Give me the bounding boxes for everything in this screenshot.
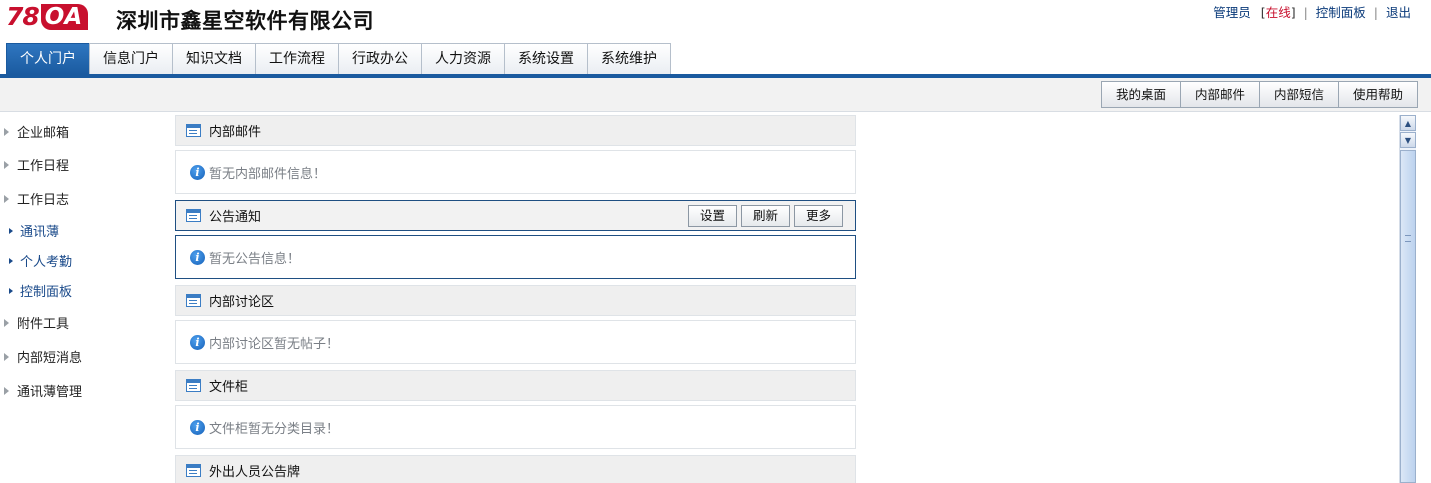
panel-header-outgoing-board: 外出人员公告牌 bbox=[175, 455, 856, 483]
control-panel-link[interactable]: 控制面板 bbox=[1316, 5, 1366, 20]
top-user-links: 管理员 [在线] | 控制面板 | 退出 bbox=[1213, 2, 1411, 21]
sub-toolbar: 我的桌面 内部邮件 内部短信 使用帮助 bbox=[0, 78, 1431, 112]
app-header: 78 OA 深圳市鑫星空软件有限公司 管理员 [在线] | 控制面板 | 退出 bbox=[0, 0, 1431, 42]
triangle-right-icon bbox=[4, 194, 9, 203]
panel-more-button[interactable]: 更多 bbox=[793, 205, 843, 227]
sidebar: 企业邮箱 工作日程 工作日志 通讯薄 个人考勤 控制面板 附件工具 内部短消息 … bbox=[0, 113, 172, 483]
panel-empty-message: 暂无公告信息！ bbox=[209, 251, 301, 267]
panel-body-internal-mail: i 暂无内部邮件信息！ bbox=[175, 150, 856, 194]
sidebar-item-label: 附件工具 bbox=[17, 317, 70, 332]
internal-sms-button[interactable]: 内部短信 bbox=[1258, 81, 1339, 108]
panel-title: 内部邮件 bbox=[209, 125, 262, 140]
panel-empty-message: 文件柜暂无分类目录！ bbox=[209, 421, 340, 437]
sidebar-item-enterprise-mail[interactable]: 企业邮箱 bbox=[4, 122, 69, 141]
triangle-right-icon bbox=[4, 386, 9, 395]
chevron-up-icon: ▲ bbox=[1404, 118, 1412, 128]
online-status: 在线 bbox=[1265, 5, 1291, 20]
tab-personal-portal[interactable]: 个人门户 bbox=[6, 43, 90, 75]
link-separator: | bbox=[1303, 5, 1308, 20]
panel-header-file-cabinet: 文件柜 bbox=[175, 370, 856, 401]
sidebar-item-control-panel[interactable]: 控制面板 bbox=[9, 281, 72, 300]
sidebar-item-label: 内部短消息 bbox=[17, 351, 83, 366]
info-icon: i bbox=[190, 249, 205, 265]
internal-mail-button[interactable]: 内部邮件 bbox=[1179, 81, 1260, 108]
sidebar-item-schedule[interactable]: 工作日程 bbox=[4, 155, 69, 174]
panel-title: 公告通知 bbox=[209, 210, 262, 225]
panel-body-announcements: i 暂无公告信息！ bbox=[175, 235, 856, 279]
tab-admin-office[interactable]: 行政办公 bbox=[338, 43, 422, 75]
triangle-right-icon bbox=[4, 160, 9, 169]
info-icon: i bbox=[190, 334, 205, 350]
panel-header-internal-mail: 内部邮件 bbox=[175, 115, 856, 146]
help-button[interactable]: 使用帮助 bbox=[1337, 81, 1418, 108]
portal-content: 内部邮件 i 暂无内部邮件信息！ 公告通知 设置 刷新 更多 i 暂无公告信息！… bbox=[175, 113, 856, 483]
panel-icon bbox=[186, 294, 201, 307]
panel-empty-message: 内部讨论区暂无帖子！ bbox=[209, 336, 340, 352]
panel-refresh-button[interactable]: 刷新 bbox=[740, 205, 790, 227]
panel-empty-message: 暂无内部邮件信息！ bbox=[209, 166, 327, 182]
chevron-down-icon: ▼ bbox=[1404, 135, 1412, 145]
panel-icon bbox=[186, 379, 201, 392]
triangle-right-icon bbox=[4, 127, 9, 136]
sidebar-item-label: 通讯薄 bbox=[20, 225, 60, 240]
logo-letters: OA bbox=[40, 4, 89, 30]
triangle-right-icon bbox=[4, 318, 9, 327]
sidebar-item-work-log[interactable]: 工作日志 bbox=[4, 189, 69, 208]
sidebar-item-label: 工作日程 bbox=[17, 159, 70, 174]
sidebar-item-label: 企业邮箱 bbox=[17, 126, 70, 141]
panel-header-announcements: 公告通知 设置 刷新 更多 bbox=[175, 200, 856, 231]
vertical-scrollbar[interactable]: ▲ ▼ bbox=[1399, 115, 1416, 483]
tab-system-maintenance[interactable]: 系统维护 bbox=[587, 43, 671, 75]
panel-title: 外出人员公告牌 bbox=[209, 465, 301, 480]
panel-body-forum: i 内部讨论区暂无帖子！ bbox=[175, 320, 856, 364]
sidebar-item-address-book[interactable]: 通讯薄 bbox=[9, 221, 59, 240]
triangle-right-icon bbox=[9, 227, 13, 234]
logout-link[interactable]: 退出 bbox=[1386, 5, 1411, 20]
tab-knowledge-docs[interactable]: 知识文档 bbox=[172, 43, 256, 75]
panel-body-file-cabinet: i 文件柜暂无分类目录！ bbox=[175, 405, 856, 449]
triangle-right-icon bbox=[9, 257, 13, 264]
info-icon: i bbox=[190, 164, 205, 180]
info-icon: i bbox=[190, 419, 205, 435]
panel-tools: 设置 刷新 更多 bbox=[684, 205, 843, 227]
panel-title: 内部讨论区 bbox=[209, 295, 275, 310]
tab-system-settings[interactable]: 系统设置 bbox=[504, 43, 588, 75]
sidebar-item-label: 工作日志 bbox=[17, 193, 70, 208]
my-desktop-button[interactable]: 我的桌面 bbox=[1100, 81, 1181, 108]
tab-workflow[interactable]: 工作流程 bbox=[255, 43, 339, 75]
link-separator: | bbox=[1373, 5, 1378, 20]
sidebar-item-label: 通讯薄管理 bbox=[17, 385, 83, 400]
panel-icon bbox=[186, 209, 201, 222]
triangle-right-icon bbox=[4, 352, 9, 361]
sub-toolbar-buttons: 我的桌面 内部邮件 内部短信 使用帮助 bbox=[1100, 81, 1418, 108]
user-name-link[interactable]: 管理员 bbox=[1213, 5, 1251, 20]
panel-title: 文件柜 bbox=[209, 380, 249, 395]
status-bracket-close: ] bbox=[1290, 5, 1296, 20]
panel-settings-button[interactable]: 设置 bbox=[687, 205, 737, 227]
logo-number: 78 bbox=[6, 2, 40, 31]
sidebar-item-internal-messages[interactable]: 内部短消息 bbox=[4, 347, 82, 366]
sidebar-item-attendance[interactable]: 个人考勤 bbox=[9, 251, 72, 270]
company-name: 深圳市鑫星空软件有限公司 bbox=[116, 9, 374, 33]
panel-icon bbox=[186, 124, 201, 137]
panel-icon bbox=[186, 464, 201, 477]
panel-header-forum: 内部讨论区 bbox=[175, 285, 856, 316]
sidebar-item-label: 控制面板 bbox=[20, 285, 73, 300]
scroll-thumb[interactable] bbox=[1400, 150, 1416, 483]
sidebar-item-label: 个人考勤 bbox=[20, 255, 73, 270]
brand-logo: 78 OA bbox=[6, 2, 89, 31]
main-nav: 个人门户 信息门户 知识文档 工作流程 行政办公 人力资源 系统设置 系统维护 bbox=[6, 43, 671, 75]
scroll-down-button[interactable]: ▼ bbox=[1400, 132, 1416, 148]
tab-info-portal[interactable]: 信息门户 bbox=[89, 43, 173, 75]
triangle-right-icon bbox=[9, 287, 13, 294]
tab-human-resources[interactable]: 人力资源 bbox=[421, 43, 505, 75]
sidebar-item-attachment-tools[interactable]: 附件工具 bbox=[4, 313, 69, 332]
sidebar-item-address-book-admin[interactable]: 通讯薄管理 bbox=[4, 381, 82, 400]
scroll-up-button[interactable]: ▲ bbox=[1400, 115, 1416, 131]
